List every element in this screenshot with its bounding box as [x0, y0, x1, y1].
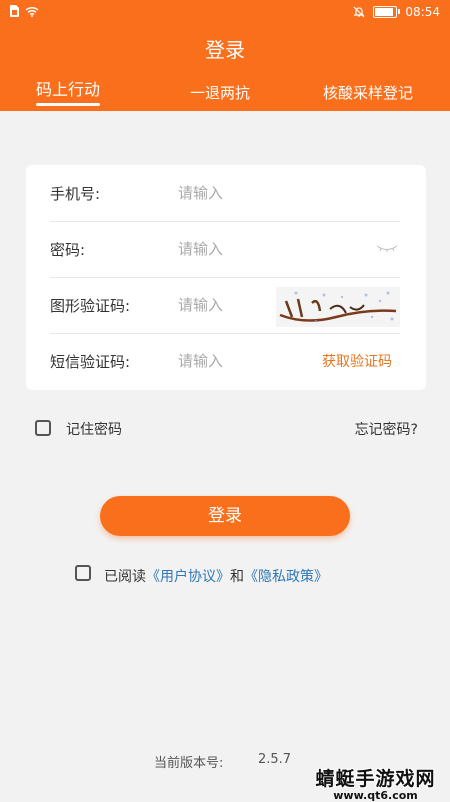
remember-password-checkbox[interactable] — [35, 420, 51, 436]
wifi-icon — [25, 6, 39, 17]
watermark-title: 蜻蜓手游戏网 — [315, 768, 436, 790]
phone-row: 手机号: — [50, 165, 400, 222]
sms-code-input[interactable] — [176, 347, 330, 375]
page-title: 登录 — [205, 38, 245, 62]
tab-label: 核酸采样登记 — [323, 84, 414, 102]
agreement-conjunction: 和 — [230, 569, 244, 585]
captcha-label: 图形验证码: — [50, 297, 131, 315]
phone-label: 手机号: — [50, 185, 101, 203]
tab-label: 码上行动 — [36, 80, 101, 99]
password-label: 密码: — [50, 241, 86, 259]
version-label: 当前版本号: — [154, 756, 224, 771]
captcha-row: 图形验证码: — [50, 277, 400, 334]
agreement-prefix: 已阅读 — [104, 569, 146, 585]
tab-one-return-two-resist[interactable]: 一退两抗 — [190, 82, 250, 103]
status-time: 08:54 — [405, 5, 440, 19]
battery-icon — [373, 6, 401, 18]
tab-code-action[interactable]: 码上行动 — [36, 76, 101, 106]
tab-bar: 码上行动 一退两抗 核酸采样登记 — [0, 76, 450, 108]
phone-input[interactable] — [176, 179, 330, 207]
privacy-policy-link[interactable]: 《隐私政策》 — [244, 566, 328, 586]
app-header: 08:54 登录 码上行动 一退两抗 核酸采样登记 — [0, 0, 450, 111]
login-form-card: 手机号: 密码: 图形验证码: 短信验证码: 获取验证码 — [26, 165, 426, 390]
agreement-checkbox[interactable] — [75, 565, 91, 581]
tab-label: 一退两抗 — [190, 84, 251, 102]
eye-closed-icon[interactable] — [376, 245, 398, 253]
mute-bell-icon — [353, 6, 365, 18]
password-row: 密码: — [50, 221, 400, 278]
status-bar: 08:54 — [0, 0, 450, 26]
captcha-image[interactable] — [276, 287, 400, 327]
get-sms-code-button[interactable]: 获取验证码 — [322, 351, 392, 371]
agreement-text: 已阅读 《用户协议》 和 《隐私政策》 — [104, 566, 328, 586]
sim-card-icon — [10, 5, 19, 17]
site-watermark: 蜻蜓手游戏网 www.qt6.com — [313, 764, 438, 802]
forgot-password-link[interactable]: 忘记密码? — [355, 419, 418, 439]
version-value: 2.5.7 — [258, 752, 292, 767]
user-agreement-link[interactable]: 《用户协议》 — [146, 566, 230, 586]
tab-active-indicator — [36, 103, 101, 106]
login-button[interactable]: 登录 — [100, 496, 350, 536]
password-input[interactable] — [176, 235, 330, 263]
sms-label: 短信验证码: — [50, 353, 131, 371]
remember-password-label: 记住密码 — [66, 422, 122, 438]
tab-nucleic-acid-registration[interactable]: 核酸采样登记 — [323, 82, 413, 103]
sms-row: 短信验证码: 获取验证码 — [50, 333, 400, 389]
